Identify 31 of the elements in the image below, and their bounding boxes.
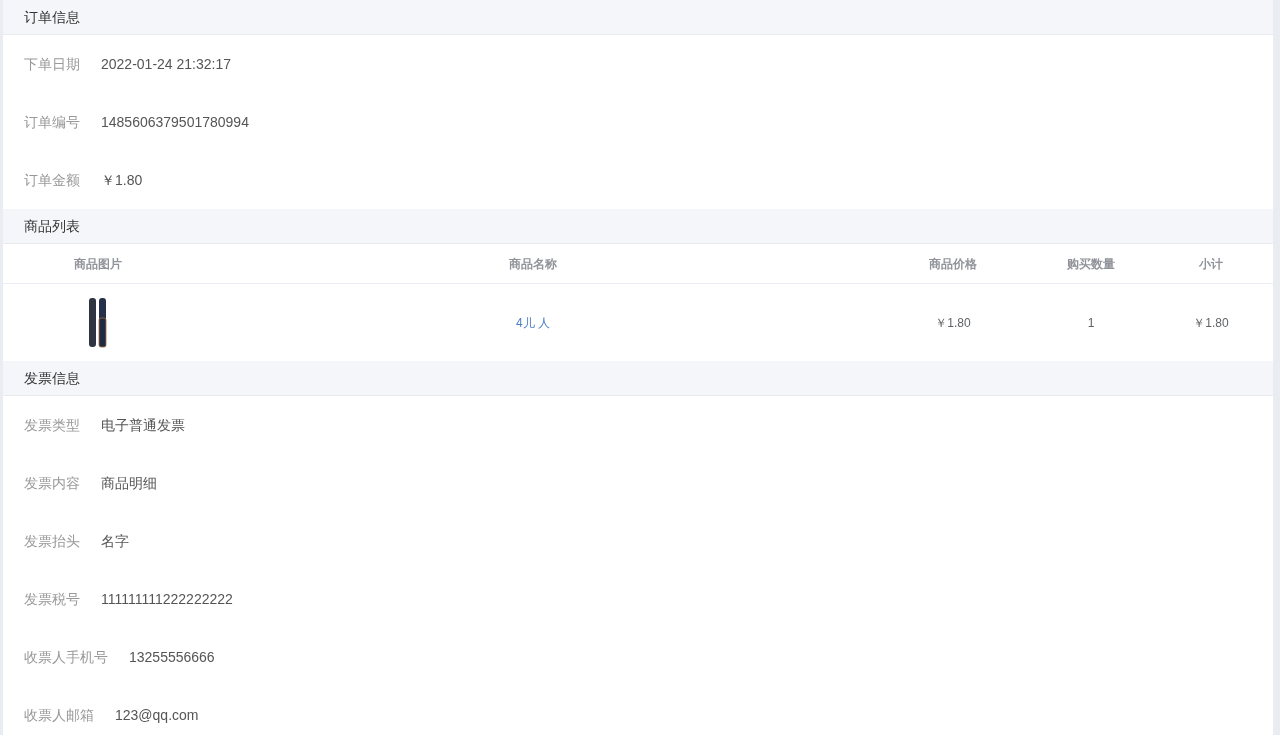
field-value: 1485606379501780994: [101, 112, 249, 132]
product-name-link[interactable]: 4儿 人: [516, 313, 550, 332]
section-header: 发票信息: [3, 361, 1273, 396]
field-value: ￥1.80: [101, 170, 143, 190]
field-label: 订单编号: [24, 112, 80, 132]
field-value: 123@qq.com: [115, 705, 199, 725]
field-label: 订单金额: [24, 170, 80, 190]
field-label: 发票类型: [24, 415, 80, 435]
column-header: 商品价格: [929, 255, 977, 273]
field-label: 下单日期: [24, 54, 80, 74]
column-header: 商品名称: [509, 255, 557, 273]
field-label: 发票抬头: [24, 531, 80, 551]
column-header: 小计: [1199, 255, 1223, 273]
field-value: 名字: [101, 531, 129, 551]
product-photo-placeholder: [88, 297, 108, 348]
field-value: 111111111222222222: [101, 589, 233, 609]
quantity-cell-text: 1: [1087, 314, 1095, 332]
field-label: 发票内容: [24, 473, 80, 493]
column-header: 购买数量: [1067, 255, 1115, 273]
section-header: 订单信息: [3, 0, 1273, 35]
subtotal-cell-text: ￥1.80: [1193, 314, 1229, 332]
field-label: 收票人手机号: [24, 647, 108, 667]
column-header: 商品图片: [74, 255, 122, 273]
field-value: 电子普通发票: [101, 415, 185, 435]
field-value: 2022-01-24 21:32:17: [101, 54, 231, 74]
field-label: 发票税号: [24, 589, 80, 609]
field-label: 收票人邮箱: [24, 705, 94, 725]
field-value: 13255556666: [129, 647, 215, 667]
section-header: 商品列表: [3, 209, 1273, 244]
field-value: 商品明细: [101, 473, 157, 493]
price-cell-text: ￥1.80: [935, 314, 971, 332]
